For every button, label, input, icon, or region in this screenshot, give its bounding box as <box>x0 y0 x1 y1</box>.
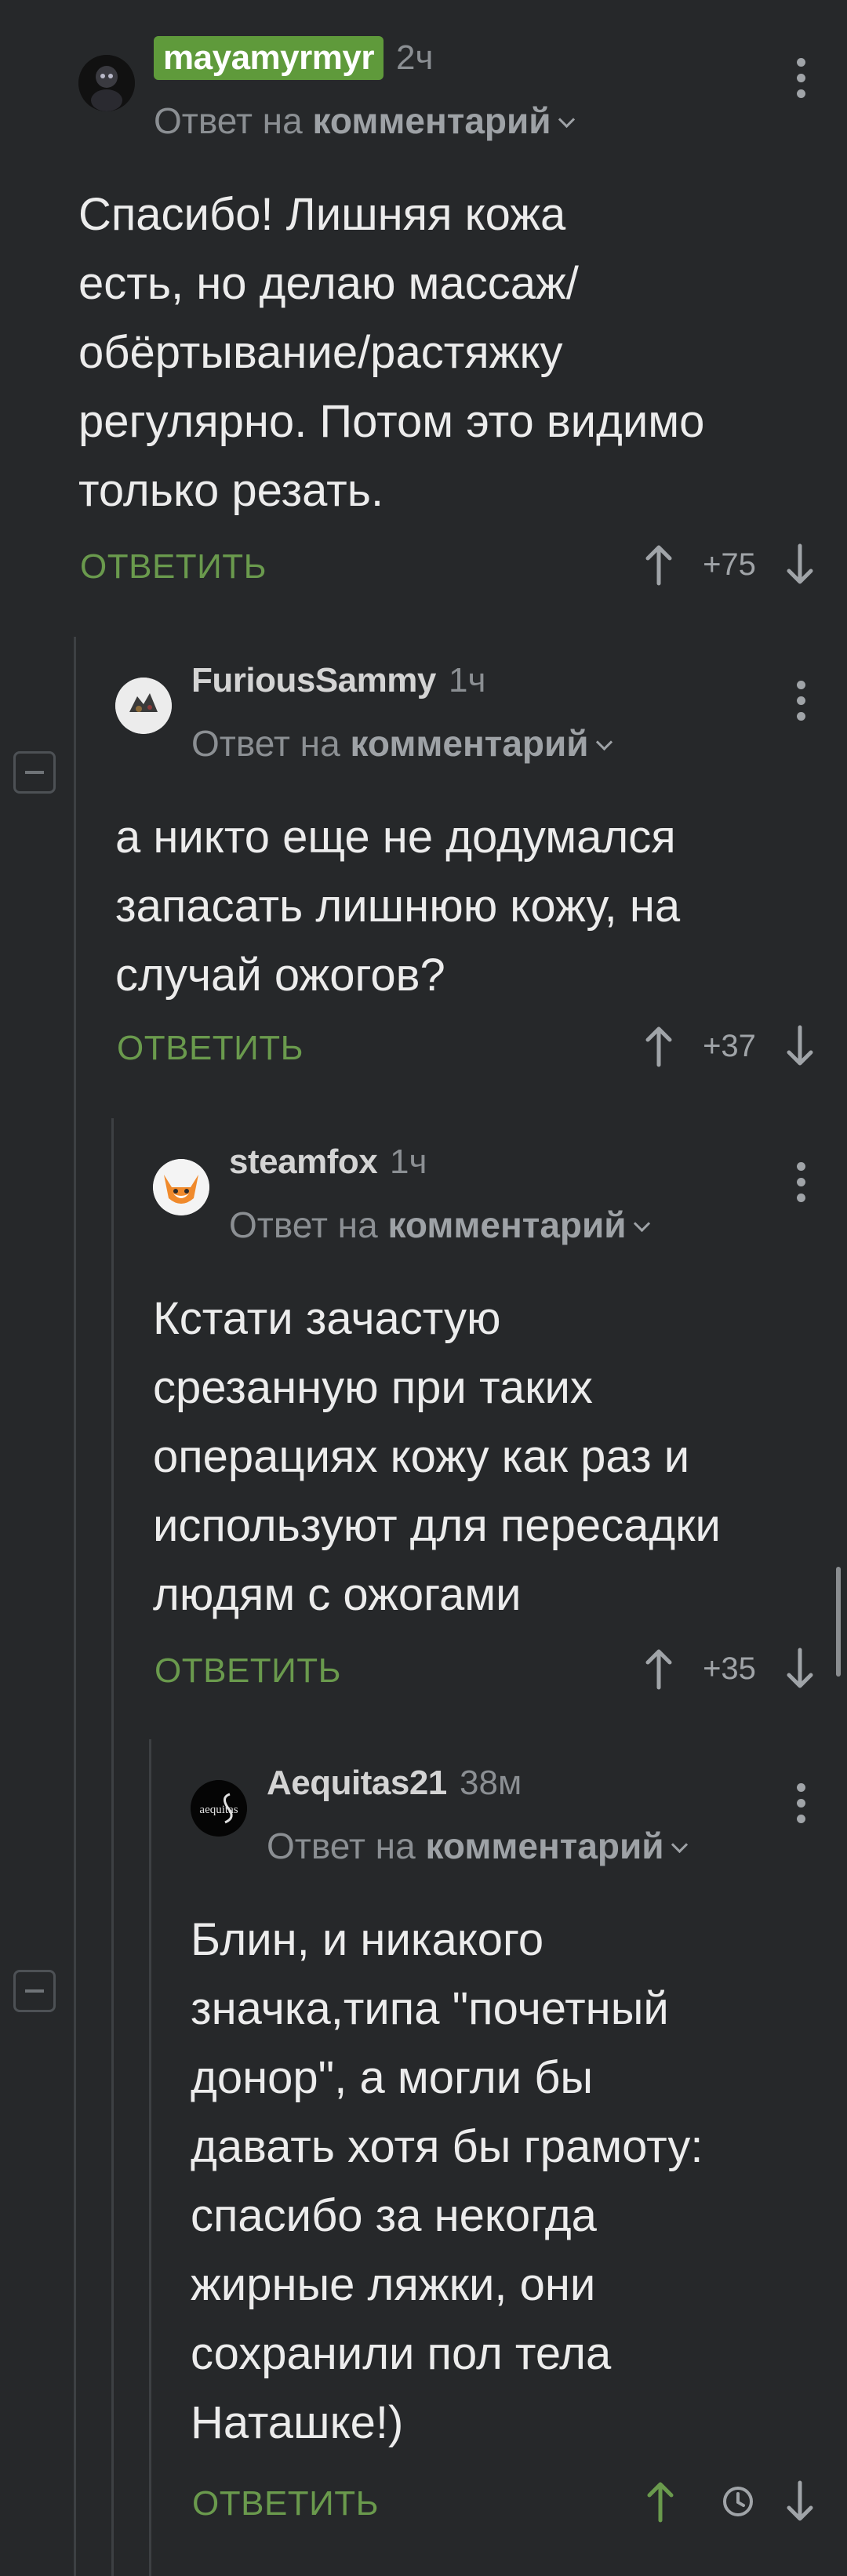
comment-time: 1ч <box>449 661 486 699</box>
chevron-down-icon <box>671 1836 688 1854</box>
avatar[interactable] <box>153 1159 209 1215</box>
reply-to-prefix: Ответ на <box>267 1826 416 1866</box>
comment: mayamyrmyr 2ч Ответ на комментарий Спаси… <box>78 22 847 602</box>
avatar[interactable]: aequitas <box>191 1780 247 1837</box>
reply-to-target: комментарий <box>425 1826 664 1866</box>
comment-text: Кстати зачастую срезанную при таких опер… <box>153 1293 721 1620</box>
reply-button[interactable]: ОТВЕТИТЬ <box>154 1651 341 1691</box>
reply-button[interactable]: ОТВЕТИТЬ <box>117 1029 304 1068</box>
arrow-down-icon[interactable] <box>784 1023 816 1070</box>
reply-to-link[interactable]: Ответ на комментарий <box>191 720 613 767</box>
thread-line-level-2 <box>111 1118 114 2576</box>
vote-controls <box>643 2478 816 2525</box>
comment-text: а никто еще не додумался запасать лишнюю… <box>115 812 681 1001</box>
collapse-thread-button[interactable] <box>13 1970 56 2012</box>
chevron-down-icon <box>595 733 613 751</box>
arrow-up-icon[interactable] <box>643 1645 674 1692</box>
author-name[interactable]: FuriousSammy <box>191 659 436 703</box>
rating-value: +75 <box>703 547 756 582</box>
reply-to-target: комментарий <box>350 723 589 764</box>
vote-controls: +35 <box>643 1645 816 1692</box>
reply-to-target: комментарий <box>312 100 551 141</box>
chevron-down-icon <box>633 1215 650 1233</box>
reply-to-link[interactable]: Ответ на комментарий <box>267 1822 688 1869</box>
comment-time: 2ч <box>396 38 434 77</box>
comment: aequitas Aequitas21 38м Ответ на коммент… <box>191 1747 847 2576</box>
rating-value: +35 <box>703 1651 756 1686</box>
comment-time: 1ч <box>390 1143 427 1181</box>
scrollbar-thumb[interactable] <box>836 1567 841 1677</box>
comment-time: 38м <box>460 1764 522 1802</box>
arrow-up-icon[interactable] <box>645 2478 676 2525</box>
avatar-image: aequitas <box>191 1780 247 1837</box>
avatar-image <box>115 678 172 734</box>
more-vert-icon[interactable] <box>797 58 806 105</box>
more-vert-icon[interactable] <box>797 681 806 728</box>
arrow-down-icon[interactable] <box>784 2478 816 2525</box>
reply-to-prefix: Ответ на <box>229 1204 378 1245</box>
author-name[interactable]: mayamyrmyr <box>154 36 384 80</box>
clock-icon <box>723 2487 753 2516</box>
collapse-icon <box>25 771 44 774</box>
comment-text: Блин, и никакого значка,типа "почетный д… <box>191 1914 703 2448</box>
arrow-down-icon[interactable] <box>784 1645 816 1692</box>
reply-to-link[interactable]: Ответ на комментарий <box>154 97 575 144</box>
collapse-thread-button[interactable] <box>13 751 56 794</box>
avatar-image <box>78 55 135 111</box>
thread-line-level-1 <box>74 637 76 2576</box>
comment: steamfox 1ч Ответ на комментарий Кстати … <box>153 1126 847 1722</box>
more-vert-icon[interactable] <box>797 1783 806 1830</box>
reply-to-prefix: Ответ на <box>154 100 303 141</box>
reply-to-prefix: Ответ на <box>191 723 340 764</box>
author-name[interactable]: steamfox <box>229 1140 378 1184</box>
vote-controls: +75 <box>643 541 816 588</box>
arrow-down-icon[interactable] <box>784 541 816 588</box>
author-name[interactable]: Aequitas21 <box>267 1761 447 1805</box>
arrow-up-icon[interactable] <box>643 1023 674 1070</box>
reply-to-link[interactable]: Ответ на комментарий <box>229 1201 650 1248</box>
thread-line-level-3 <box>149 1739 151 2576</box>
reply-to-target: комментарий <box>387 1204 627 1245</box>
collapse-icon <box>25 1989 44 1993</box>
avatar[interactable] <box>115 678 172 734</box>
chevron-down-icon <box>558 111 575 129</box>
comment-text: Спасибо! Лишняя кожа есть, но делаю масс… <box>78 189 705 516</box>
vote-controls: +37 <box>643 1023 816 1070</box>
arrow-up-icon[interactable] <box>643 541 674 588</box>
avatar-image <box>153 1159 209 1215</box>
rating-value: +37 <box>703 1029 756 1063</box>
avatar[interactable] <box>78 55 135 111</box>
more-vert-icon[interactable] <box>797 1162 806 1209</box>
comment: FuriousSammy 1ч Ответ на комментарий а н… <box>115 645 847 1092</box>
reply-button[interactable]: ОТВЕТИТЬ <box>192 2484 379 2523</box>
reply-button[interactable]: ОТВЕТИТЬ <box>80 547 267 587</box>
